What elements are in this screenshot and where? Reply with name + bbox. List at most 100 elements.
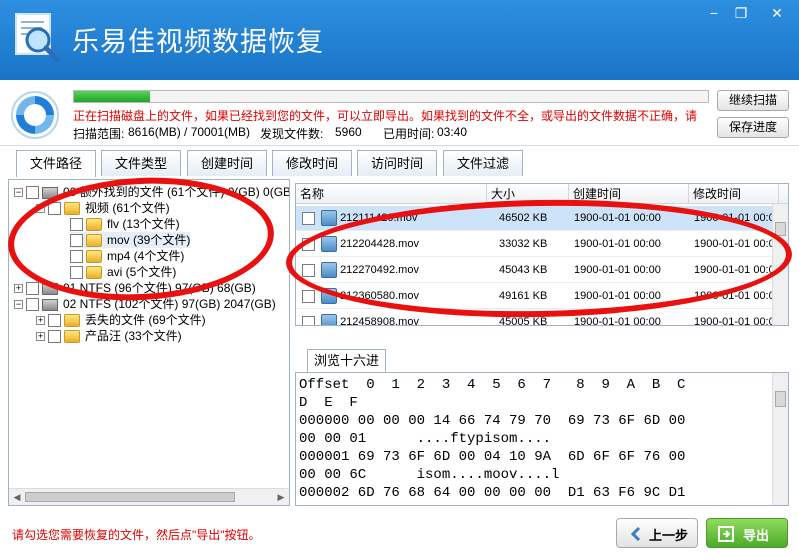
minimize-icon[interactable]: −: [702, 3, 726, 23]
column-header-name[interactable]: 名称: [296, 184, 487, 204]
found-count-value: 5960: [335, 125, 362, 139]
tree-checkbox[interactable]: [48, 314, 61, 328]
tree-item[interactable]: +01 NTFS (96个文件) 97(GB) 68(GB): [14, 280, 256, 296]
drive-icon: [42, 186, 58, 199]
file-modified: 1900-01-01 00:00: [694, 316, 772, 326]
maximize-icon[interactable]: ❐: [729, 3, 753, 23]
drive-icon: [42, 282, 58, 295]
file-name: 212204428.mov: [340, 238, 419, 250]
table-vertical-scrollbar[interactable]: [772, 204, 788, 325]
collapse-toggle-icon[interactable]: −: [36, 204, 45, 214]
hex-line: D E F: [299, 395, 358, 411]
row-checkbox[interactable]: [302, 315, 315, 325]
tree-item[interactable]: − 00 额外找到的文件 (61个文件) 0(GB) 0(GB): [14, 184, 290, 200]
row-checkbox[interactable]: [302, 289, 315, 303]
continue-scan-button[interactable]: 继续扫描: [717, 90, 789, 111]
scroll-thumb[interactable]: [25, 492, 235, 502]
tree-checkbox[interactable]: [70, 218, 83, 232]
file-modified: 1900-01-01 00:00: [694, 290, 772, 302]
collapse-toggle-icon[interactable]: −: [14, 300, 23, 310]
collapse-toggle-icon[interactable]: −: [14, 188, 23, 198]
file-modified: 1900-01-01 00:00: [694, 264, 772, 276]
scroll-thumb[interactable]: [775, 391, 786, 407]
table-header: 名称 大小 创建时间 修改时间: [296, 184, 788, 204]
tree-item-label: 02 NTFS (102个文件) 97(GB) 2047(GB): [63, 297, 276, 311]
tab-file-path[interactable]: 文件路径: [16, 150, 96, 177]
scan-progress-bar: [73, 90, 709, 103]
tree-item-label: 00 额外找到的文件 (61个文件) 0(GB) 0(GB): [63, 185, 290, 199]
tree-item[interactable]: + 产品汪 (33个文件): [36, 328, 182, 344]
table-row[interactable]: 212360580.mov 49161 KB 1900-01-01 00:00 …: [296, 284, 772, 309]
tab-modified-time[interactable]: 修改时间: [272, 150, 352, 176]
tab-created-time[interactable]: 创建时间: [187, 150, 267, 176]
back-arrow-icon: [630, 527, 641, 541]
file-name: 212458908.mov: [340, 316, 419, 326]
tab-file-filter[interactable]: 文件过滤: [443, 150, 523, 176]
export-icon: [718, 526, 734, 542]
video-file-icon: [321, 262, 338, 279]
tab-access-time[interactable]: 访问时间: [357, 150, 437, 176]
scan-range-value: 8616(MB) / 70001(MB): [128, 125, 251, 139]
tree-horizontal-scrollbar[interactable]: ◀ ▶: [9, 488, 289, 505]
file-created: 1900-01-01 00:00: [574, 264, 661, 276]
table-row[interactable]: 212270492.mov 45043 KB 1900-01-01 00:00 …: [296, 258, 772, 283]
scroll-thumb[interactable]: [775, 222, 786, 236]
tree-item[interactable]: flv (13个文件): [70, 216, 180, 232]
close-icon[interactable]: ✕: [765, 3, 789, 23]
tree-checkbox[interactable]: [26, 298, 39, 312]
table-row[interactable]: 212204428.mov 33032 KB 1900-01-01 00:00 …: [296, 232, 772, 257]
file-table: 名称 大小 创建时间 修改时间 212111420.mov 46502 KB 1…: [295, 183, 789, 326]
folder-tree-panel: − 00 额外找到的文件 (61个文件) 0(GB) 0(GB) − 视频 (61个…: [8, 179, 290, 506]
video-file-icon: [321, 288, 338, 305]
row-checkbox[interactable]: [302, 237, 315, 251]
tree-checkbox[interactable]: [48, 202, 61, 216]
export-button[interactable]: 导出: [706, 518, 788, 548]
tab-hex-view[interactable]: 浏览十六进制: [307, 349, 386, 390]
row-checkbox[interactable]: [302, 211, 315, 225]
tree-item-label: avi (5个文件): [107, 265, 177, 279]
tree-item-label: 01 NTFS (96个文件) 97(GB) 68(GB): [63, 281, 256, 295]
tree-item[interactable]: − 视频 (61个文件): [36, 200, 170, 216]
folder-icon: [86, 218, 102, 232]
tree-checkbox[interactable]: [70, 266, 83, 280]
file-size: 45005 KB: [499, 316, 548, 326]
back-button[interactable]: 上一步: [616, 518, 698, 548]
file-size: 46502 KB: [499, 212, 548, 224]
file-created: 1900-01-01 00:00: [574, 290, 661, 302]
tree-item[interactable]: − 02 NTFS (102个文件) 97(GB) 2047(GB): [14, 296, 276, 312]
tree-checkbox[interactable]: [48, 330, 61, 344]
file-created: 1900-01-01 00:00: [574, 212, 661, 224]
found-count-label: 发现文件数:: [260, 127, 324, 141]
table-row[interactable]: 212111420.mov 46502 KB 1900-01-01 00:00 …: [296, 206, 772, 231]
folder-icon: [86, 234, 102, 248]
hex-line: 000000 00 00 00 14 66 74 79 70 69 73 6F …: [299, 413, 686, 429]
scroll-right-icon[interactable]: ▶: [275, 491, 287, 503]
table-row[interactable]: 212458908.mov 45005 KB 1900-01-01 00:00 …: [296, 310, 772, 326]
tree-item-label: flv (13个文件): [107, 217, 180, 231]
app-title: 乐易佳视频数据恢复: [72, 27, 324, 58]
tree-item[interactable]: + 丢失的文件 (69个文件): [36, 312, 206, 328]
tree-item[interactable]: mp4 (4个文件): [70, 248, 184, 264]
hex-line: 000002 6D 76 68 64 00 00 00 00 D1 63 F6 …: [299, 485, 686, 501]
row-checkbox[interactable]: [302, 263, 315, 277]
column-header-created[interactable]: 创建时间: [569, 184, 689, 204]
hex-vertical-scrollbar[interactable]: [772, 373, 788, 505]
expand-toggle-icon[interactable]: +: [36, 316, 45, 326]
tree-checkbox[interactable]: [26, 282, 39, 296]
tree-checkbox[interactable]: [70, 234, 83, 248]
file-created: 1900-01-01 00:00: [574, 238, 661, 250]
tab-file-type[interactable]: 文件类型: [101, 150, 181, 176]
tree-checkbox[interactable]: [26, 186, 39, 200]
tree-checkbox[interactable]: [70, 250, 83, 264]
file-modified: 1900-01-01 00:00: [694, 238, 772, 250]
file-name: 212270492.mov: [340, 264, 419, 276]
scan-spinner-icon: [11, 91, 59, 139]
expand-toggle-icon[interactable]: +: [14, 284, 23, 294]
column-header-size[interactable]: 大小: [487, 184, 569, 204]
expand-toggle-icon[interactable]: +: [36, 332, 45, 342]
scroll-left-icon[interactable]: ◀: [11, 491, 23, 503]
tree-item[interactable]: avi (5个文件): [70, 264, 176, 280]
tree-item[interactable]: mov (39个文件): [70, 232, 191, 248]
save-progress-button[interactable]: 保存进度: [717, 117, 789, 138]
column-header-modified[interactable]: 修改时间: [689, 184, 779, 204]
